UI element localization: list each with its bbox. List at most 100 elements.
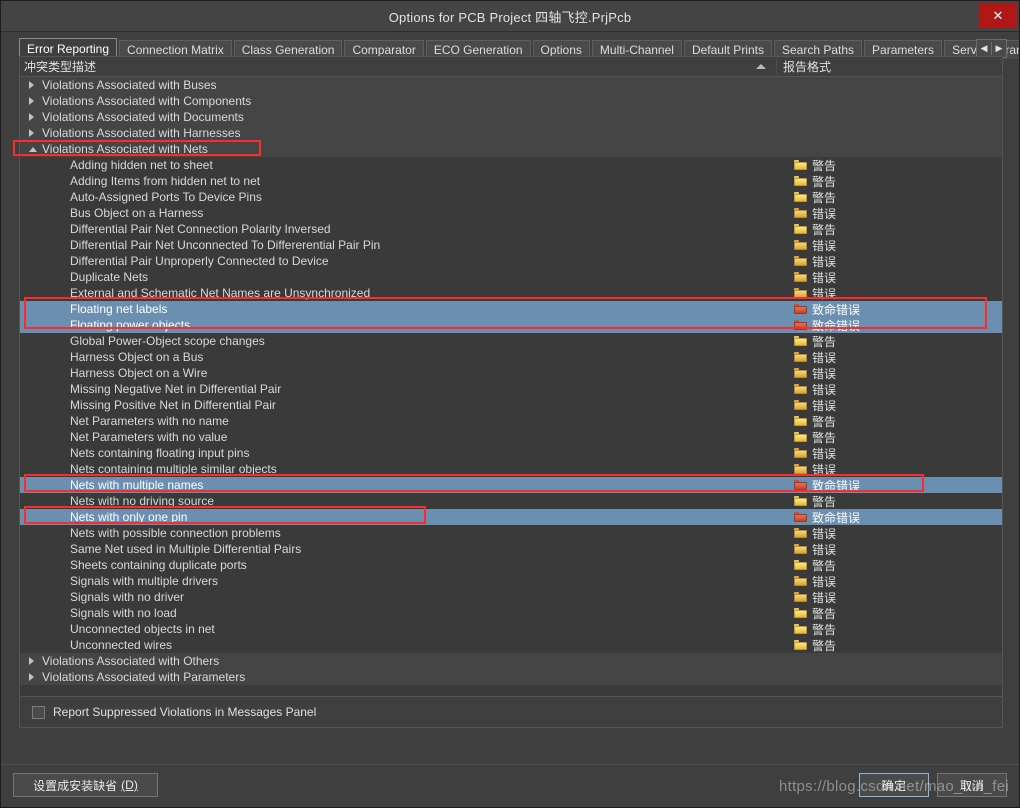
report-mode-cell[interactable]: 警告 xyxy=(776,173,1002,190)
chevron-right-icon[interactable] xyxy=(29,97,34,105)
report-mode-label: 错误 xyxy=(812,446,837,461)
violation-item-row[interactable]: Harness Object on a Wire 错误 xyxy=(20,365,1002,381)
violation-item-row[interactable]: Global Power-Object scope changes 警告 xyxy=(20,333,1002,349)
violation-group-row[interactable]: Violations Associated with Buses xyxy=(20,77,1002,93)
report-mode-cell[interactable]: 警告 xyxy=(776,333,1002,350)
violation-item-row[interactable]: Nets containing multiple similar objects… xyxy=(20,461,1002,477)
report-mode-cell[interactable]: 警告 xyxy=(776,637,1002,654)
set-install-default-button[interactable]: 设置成安装缺省 (D) xyxy=(13,773,158,797)
violation-item-row[interactable]: Adding Items from hidden net to net 警告 xyxy=(20,173,1002,189)
report-mode-cell[interactable]: 错误 xyxy=(776,445,1002,462)
report-mode-cell[interactable]: 致命错误 xyxy=(776,301,1002,318)
violation-name: Sheets containing duplicate ports xyxy=(70,558,247,572)
chevron-right-icon[interactable] xyxy=(29,81,34,89)
violation-item-row[interactable]: Signals with no load 警告 xyxy=(20,605,1002,621)
report-mode-cell[interactable]: 警告 xyxy=(776,429,1002,446)
violation-item-row[interactable]: Missing Positive Net in Differential Pai… xyxy=(20,397,1002,413)
report-mode-cell[interactable]: 错误 xyxy=(776,397,1002,414)
violation-group-row[interactable]: Violations Associated with Parameters xyxy=(20,669,1002,685)
report-mode-cell[interactable]: 错误 xyxy=(776,541,1002,558)
violation-item-row[interactable]: Unconnected objects in net 警告 xyxy=(20,621,1002,637)
report-suppressed-checkbox[interactable] xyxy=(32,705,45,719)
violation-item-row[interactable]: Sheets containing duplicate ports 警告 xyxy=(20,557,1002,573)
report-mode-cell[interactable]: 致命错误 xyxy=(776,509,1002,526)
violation-item-row[interactable]: Adding hidden net to sheet 警告 xyxy=(20,157,1002,173)
report-mode-cell[interactable]: 错误 xyxy=(776,349,1002,366)
report-mode-cell[interactable]: 错误 xyxy=(776,285,1002,302)
report-mode-cell[interactable]: 错误 xyxy=(776,381,1002,398)
report-mode-cell[interactable]: 致命错误 xyxy=(776,317,1002,334)
chevron-right-icon[interactable] xyxy=(29,657,34,665)
report-mode-cell[interactable]: 警告 xyxy=(776,157,1002,174)
violation-group-row[interactable]: Violations Associated with Components xyxy=(20,93,1002,109)
report-mode-cell[interactable]: 警告 xyxy=(776,413,1002,430)
violation-group-row[interactable]: Violations Associated with Others xyxy=(20,653,1002,669)
report-mode-cell[interactable]: 警告 xyxy=(776,621,1002,638)
violation-item-row[interactable]: Nets with no driving source 警告 xyxy=(20,493,1002,509)
column-header-description[interactable]: 冲突类型描述 xyxy=(20,58,776,75)
folder-error-icon xyxy=(794,528,807,538)
violation-item-row[interactable]: Nets with multiple names 致命错误 xyxy=(20,477,1002,493)
chevron-down-icon[interactable] xyxy=(29,147,37,152)
folder-fatal-icon xyxy=(794,512,807,522)
violation-item-row[interactable]: Nets with only one pin 致命错误 xyxy=(20,509,1002,525)
report-mode-label: 错误 xyxy=(812,382,837,397)
report-mode-cell[interactable]: 警告 xyxy=(776,557,1002,574)
report-mode-cell[interactable]: 警告 xyxy=(776,605,1002,622)
violation-item-row[interactable]: Harness Object on a Bus 错误 xyxy=(20,349,1002,365)
violation-item-row[interactable]: Duplicate Nets 错误 xyxy=(20,269,1002,285)
violation-item-row[interactable]: Floating power objects 致命错误 xyxy=(20,317,1002,333)
violation-item-row[interactable]: Auto-Assigned Ports To Device Pins 警告 xyxy=(20,189,1002,205)
report-mode-cell[interactable]: 错误 xyxy=(776,461,1002,478)
report-mode-cell[interactable]: 错误 xyxy=(776,525,1002,542)
report-mode-cell[interactable]: 警告 xyxy=(776,189,1002,206)
cancel-button[interactable]: 取消 xyxy=(937,773,1007,797)
violations-list[interactable]: Violations Associated with Buses Violatio… xyxy=(20,77,1002,696)
report-mode-cell[interactable]: 警告 xyxy=(776,221,1002,238)
violation-group-row[interactable]: Violations Associated with Documents xyxy=(20,109,1002,125)
violation-item-row[interactable]: Same Net used in Multiple Differential P… xyxy=(20,541,1002,557)
violation-name: Bus Object on a Harness xyxy=(70,206,204,220)
violation-item-row[interactable]: Nets with possible connection problems 错误 xyxy=(20,525,1002,541)
violation-item-row[interactable]: Net Parameters with no name 警告 xyxy=(20,413,1002,429)
violation-item-row[interactable]: External and Schematic Net Names are Uns… xyxy=(20,285,1002,301)
violation-item-row[interactable]: Floating net labels 致命错误 xyxy=(20,301,1002,317)
violation-item-row[interactable]: Nets containing floating input pins 错误 xyxy=(20,445,1002,461)
violation-item-row[interactable]: Net Parameters with no value 警告 xyxy=(20,429,1002,445)
violation-name: Floating net labels xyxy=(70,302,168,316)
tab-scroll-next-icon[interactable]: ▶ xyxy=(992,41,1006,56)
report-mode-cell[interactable]: 错误 xyxy=(776,205,1002,222)
report-mode-cell[interactable]: 错误 xyxy=(776,365,1002,382)
report-mode-cell[interactable]: 错误 xyxy=(776,237,1002,254)
violation-name: Unconnected objects in net xyxy=(70,622,215,636)
violation-name: Nets with no driving source xyxy=(70,494,215,508)
report-mode-cell[interactable]: 警告 xyxy=(776,493,1002,510)
violation-name: Signals with multiple drivers xyxy=(70,574,219,588)
folder-error-icon xyxy=(794,592,807,602)
violation-item-row[interactable]: Bus Object on a Harness 错误 xyxy=(20,205,1002,221)
chevron-right-icon[interactable] xyxy=(29,129,34,137)
ok-button[interactable]: 确定 xyxy=(859,773,929,797)
violation-name: Differential Pair Net Connection Polarit… xyxy=(70,222,331,236)
column-header-report-mode[interactable]: 报告格式 xyxy=(776,58,1002,75)
violation-item-row[interactable]: Differential Pair Net Connection Polarit… xyxy=(20,221,1002,237)
violation-group-row[interactable]: Violations Associated with Harnesses xyxy=(20,125,1002,141)
report-mode-cell[interactable]: 错误 xyxy=(776,589,1002,606)
violation-name: Duplicate Nets xyxy=(70,270,149,284)
violation-item-row[interactable]: Signals with no driver 错误 xyxy=(20,589,1002,605)
report-mode-cell[interactable]: 错误 xyxy=(776,253,1002,270)
chevron-right-icon[interactable] xyxy=(29,113,34,121)
chevron-right-icon[interactable] xyxy=(29,673,34,681)
violation-item-row[interactable]: Differential Pair Unproperly Connected t… xyxy=(20,253,1002,269)
report-mode-label: 错误 xyxy=(812,254,837,269)
close-button[interactable]: ✕ xyxy=(979,3,1017,28)
report-mode-cell[interactable]: 错误 xyxy=(776,573,1002,590)
violation-item-row[interactable]: Differential Pair Net Unconnected To Dif… xyxy=(20,237,1002,253)
report-mode-cell[interactable]: 致命错误 xyxy=(776,477,1002,494)
violation-item-row[interactable]: Missing Negative Net in Differential Pai… xyxy=(20,381,1002,397)
violation-group-row[interactable]: Violations Associated with Nets xyxy=(20,141,1002,157)
violation-item-row[interactable]: Signals with multiple drivers 错误 xyxy=(20,573,1002,589)
violation-item-row[interactable]: Unconnected wires 警告 xyxy=(20,637,1002,653)
report-mode-cell[interactable]: 错误 xyxy=(776,269,1002,286)
tab-scroll-prev-icon[interactable]: ◀ xyxy=(977,41,991,56)
